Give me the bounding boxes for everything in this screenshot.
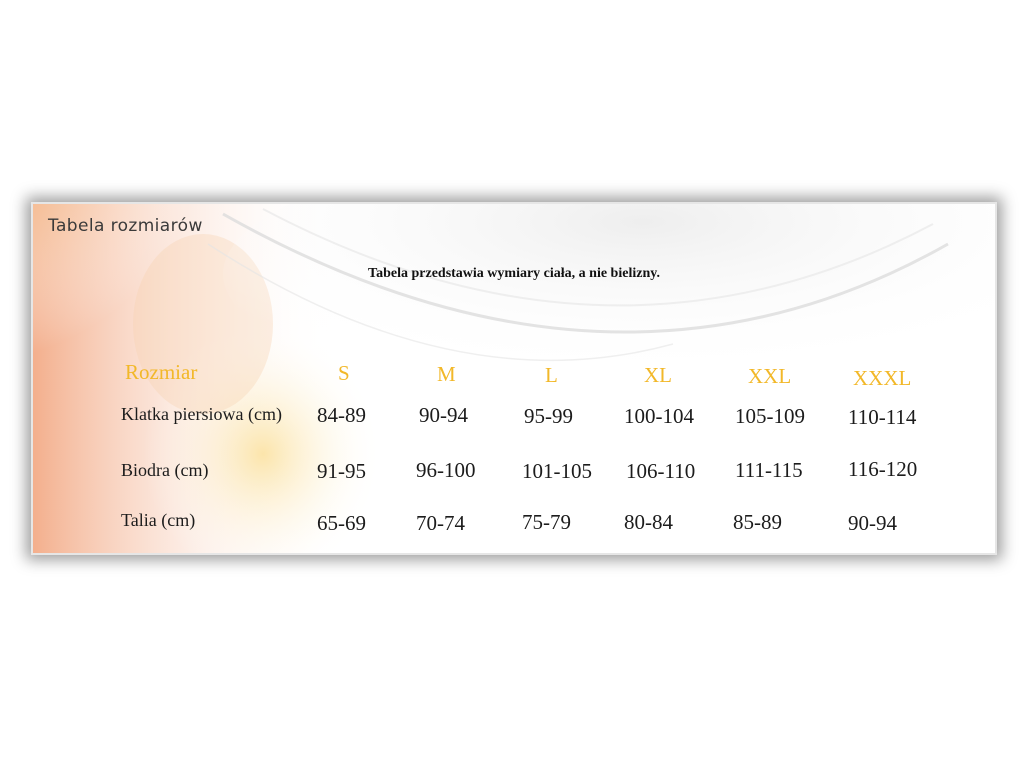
panel-title: Tabela rozmiarów bbox=[48, 216, 203, 236]
size-header-m: M bbox=[437, 362, 456, 386]
hips-value-l: 101-105 bbox=[522, 459, 592, 483]
size-header-xxxl: XXXL bbox=[853, 366, 912, 390]
size-header-s: S bbox=[338, 361, 350, 385]
chest-value-xl: 100-104 bbox=[624, 404, 694, 428]
chest-value-l: 95-99 bbox=[524, 404, 573, 428]
chest-value-m: 90-94 bbox=[419, 403, 468, 427]
chest-value-s: 84-89 bbox=[317, 403, 366, 427]
waist-value-xxl: 85-89 bbox=[733, 510, 782, 534]
chest-value-xxl: 105-109 bbox=[735, 404, 805, 428]
chest-value-xxxl: 110-114 bbox=[848, 405, 917, 429]
hips-value-xl: 106-110 bbox=[626, 459, 696, 483]
header-corner-label: Rozmiar bbox=[125, 360, 198, 384]
waist-value-l: 75-79 bbox=[522, 510, 571, 534]
chart-note: Tabela przedstawia wymiary ciała, a nie … bbox=[368, 266, 660, 281]
page: Tabela rozmiarów Tabela przedstawia wymi… bbox=[0, 0, 1024, 768]
size-header-xxl: XXL bbox=[748, 364, 792, 388]
size-header-xl: XL bbox=[644, 363, 672, 387]
hips-value-m: 96-100 bbox=[416, 458, 476, 482]
waist-value-xl: 80-84 bbox=[624, 510, 673, 534]
size-header-l: L bbox=[545, 363, 558, 387]
hips-value-xxxl: 116-120 bbox=[848, 457, 918, 481]
hips-value-xxl: 111-115 bbox=[735, 458, 803, 482]
row-label-chest: Klatka piersiowa (cm) bbox=[121, 404, 282, 424]
waist-value-m: 70-74 bbox=[416, 511, 465, 535]
hips-value-s: 91-95 bbox=[317, 459, 366, 483]
row-label-hips: Biodra (cm) bbox=[121, 460, 209, 480]
row-label-waist: Talia (cm) bbox=[121, 510, 196, 530]
waist-value-xxxl: 90-94 bbox=[848, 511, 897, 535]
size-chart-panel: Tabela rozmiarów Tabela przedstawia wymi… bbox=[31, 202, 997, 555]
waist-value-s: 65-69 bbox=[317, 511, 366, 535]
